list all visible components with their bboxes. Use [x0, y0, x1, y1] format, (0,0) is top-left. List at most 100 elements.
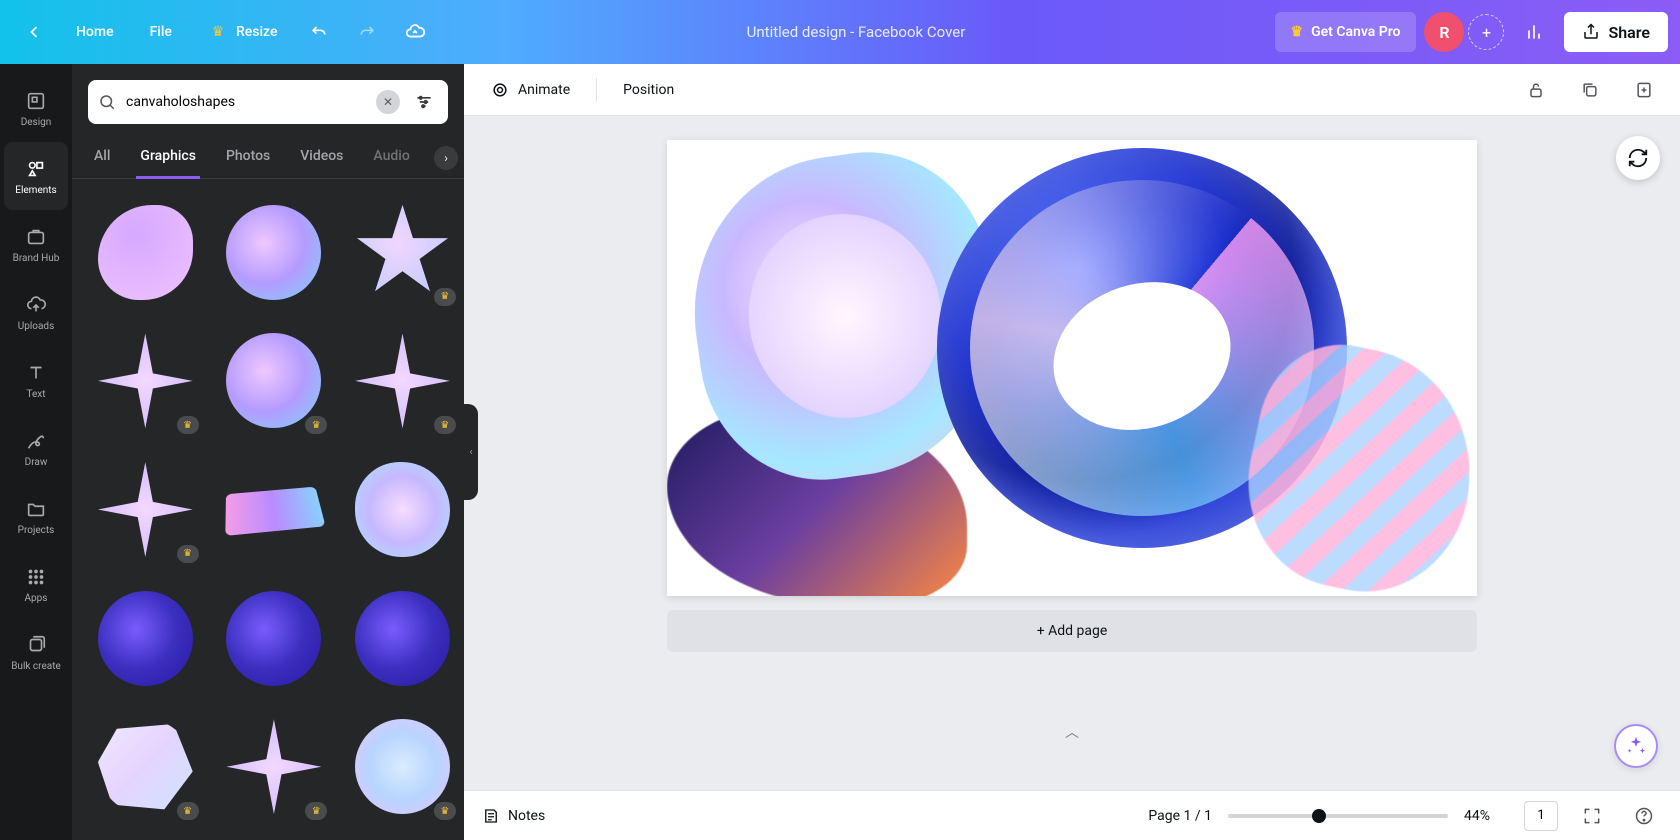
home-label: Home — [76, 24, 114, 40]
add-page-button[interactable]: + Add page — [667, 610, 1477, 652]
rail-label: Text — [26, 389, 45, 400]
rail-elements[interactable]: Elements — [4, 142, 68, 210]
fullscreen-button[interactable] — [1574, 798, 1610, 834]
search-row: ✕ — [72, 64, 464, 140]
holo-shape-icon — [355, 333, 450, 428]
rail-design[interactable]: Design — [4, 74, 68, 142]
lock-button[interactable] — [1518, 72, 1554, 108]
result-item[interactable]: ♛ — [86, 450, 205, 569]
canvas-scroll[interactable]: + Add page ︿ — [464, 116, 1680, 790]
text-icon — [24, 361, 48, 385]
page-indicator[interactable]: Page 1 / 1 — [1148, 808, 1212, 824]
rail-text[interactable]: Text — [4, 346, 68, 414]
rail-uploads[interactable]: Uploads — [4, 278, 68, 346]
rail-label: Uploads — [18, 321, 54, 332]
canvas-page[interactable] — [667, 140, 1477, 596]
notes-button[interactable]: Notes — [482, 807, 545, 825]
get-pro-button[interactable]: ♛ Get Canva Pro — [1275, 12, 1417, 52]
holo-shape-icon — [355, 462, 450, 557]
projects-icon — [24, 497, 48, 521]
result-item[interactable] — [215, 193, 334, 312]
avatar[interactable]: R — [1424, 12, 1464, 52]
undo-button[interactable] — [297, 12, 341, 52]
cloud-sync-icon[interactable] — [393, 12, 437, 52]
holo-shape-icon — [98, 333, 193, 428]
position-label: Position — [623, 82, 674, 98]
result-item[interactable]: ♛ — [343, 707, 462, 826]
result-item[interactable] — [343, 450, 462, 569]
tab-all[interactable]: All — [90, 140, 114, 178]
tab-photos[interactable]: Photos — [222, 140, 274, 178]
canvas-toolbar: Animate Position — [464, 64, 1680, 116]
holo-shape-icon — [226, 591, 321, 686]
clear-search-button[interactable]: ✕ — [376, 90, 400, 114]
document-title[interactable]: Untitled design - Facebook Cover — [445, 23, 1266, 41]
page-count-box[interactable]: 1 — [1524, 801, 1558, 831]
pro-badge-icon: ♛ — [177, 545, 199, 563]
help-button[interactable] — [1626, 798, 1662, 834]
collapse-pages-button[interactable]: ︿ — [1065, 722, 1079, 742]
result-item[interactable]: ♛ — [343, 193, 462, 312]
rail-apps[interactable]: Apps — [4, 550, 68, 618]
holo-shape-icon — [98, 205, 193, 300]
add-page-icon-button[interactable] — [1626, 72, 1662, 108]
resize-button[interactable]: ♛ Resize — [192, 12, 294, 52]
zoom-slider-thumb[interactable] — [1312, 809, 1326, 823]
rail-brand-hub[interactable]: Brand Hub — [4, 210, 68, 278]
canvas-area: Animate Position + Add pa — [464, 64, 1680, 840]
back-arrow-icon[interactable] — [12, 12, 56, 52]
notes-icon — [482, 807, 500, 825]
position-button[interactable]: Position — [615, 76, 682, 104]
holo-shape-icon — [98, 719, 193, 814]
file-button[interactable]: File — [134, 12, 188, 52]
left-rail: Design Elements Brand Hub Uploads Text D… — [0, 64, 72, 840]
toolbar-divider — [596, 78, 597, 102]
refresh-button[interactable] — [1616, 136, 1660, 180]
result-item[interactable]: ♛ — [86, 707, 205, 826]
magic-button[interactable] — [1614, 724, 1658, 768]
result-item[interactable]: ♛ — [343, 322, 462, 441]
holo-shape-icon — [355, 591, 450, 686]
insights-button[interactable] — [1512, 12, 1556, 52]
resize-label: Resize — [236, 24, 278, 40]
result-item[interactable] — [86, 579, 205, 698]
result-item[interactable] — [215, 450, 334, 569]
result-item[interactable]: ♛ — [86, 322, 205, 441]
holo-shape-icon — [226, 719, 321, 814]
home-button[interactable]: Home — [60, 12, 130, 52]
results-grid: ♛♛♛♛♛♛♛♛ — [72, 179, 464, 840]
tab-audio[interactable]: Audio — [369, 140, 413, 178]
holo-shape-icon — [226, 205, 321, 300]
page-wrap: + Add page — [667, 140, 1477, 652]
zoom-slider[interactable] — [1228, 814, 1448, 818]
file-label: File — [150, 24, 172, 40]
rail-draw[interactable]: Draw — [4, 414, 68, 482]
tabs-scroll-right[interactable]: › — [434, 146, 458, 170]
tab-videos[interactable]: Videos — [296, 140, 347, 178]
share-button[interactable]: Share — [1564, 12, 1668, 52]
add-member-button[interactable]: + — [1468, 14, 1504, 50]
crown-icon: ♛ — [208, 22, 228, 42]
rail-label: Bulk create — [11, 661, 61, 672]
result-item[interactable]: ♛ — [215, 707, 334, 826]
result-item[interactable] — [343, 579, 462, 698]
zoom-value[interactable]: 44% — [1464, 808, 1508, 824]
elements-icon — [24, 157, 48, 181]
pro-badge-icon: ♛ — [305, 416, 327, 434]
rail-bulk-create[interactable]: Bulk create — [4, 618, 68, 686]
result-item[interactable]: ♛ — [215, 322, 334, 441]
holo-shape-icon — [355, 205, 450, 300]
result-item[interactable] — [215, 579, 334, 698]
bottombar: Notes Page 1 / 1 44% 1 — [464, 790, 1680, 840]
animate-button[interactable]: Animate — [482, 74, 578, 106]
tab-graphics[interactable]: Graphics — [136, 140, 200, 179]
search-input[interactable] — [126, 94, 366, 110]
rail-label: Apps — [25, 593, 48, 604]
redo-button[interactable] — [345, 12, 389, 52]
pro-badge-icon: ♛ — [177, 802, 199, 820]
search-box: ✕ — [88, 80, 448, 124]
result-item[interactable] — [86, 193, 205, 312]
rail-projects[interactable]: Projects — [4, 482, 68, 550]
duplicate-button[interactable] — [1572, 72, 1608, 108]
filter-button[interactable] — [410, 88, 438, 116]
